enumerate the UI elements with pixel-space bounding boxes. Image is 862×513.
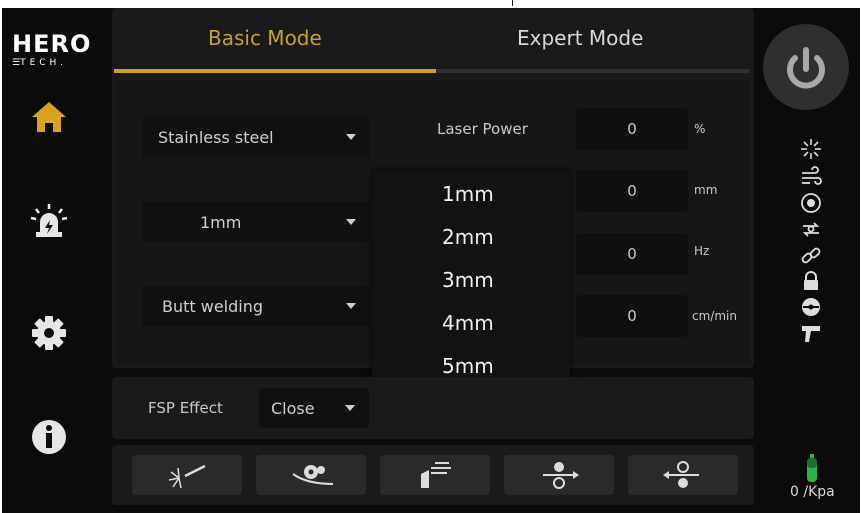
gauge-icon (800, 296, 822, 318)
param-row3-input[interactable]: 0 (576, 233, 688, 275)
laser-power-label: Laser Power (437, 120, 528, 138)
top-border (0, 0, 862, 8)
gas-blow-button[interactable] (380, 455, 490, 495)
gas-bottle-icon (806, 454, 818, 482)
option-item[interactable]: 5mm (372, 354, 570, 378)
option-item[interactable]: 1mm (372, 182, 570, 206)
param-row4-unit: cm/min (692, 309, 737, 323)
laser-spark-icon (800, 138, 822, 160)
link-icon (800, 245, 822, 267)
power-icon (787, 47, 825, 89)
material-dropdown[interactable]: Stainless steel (142, 117, 370, 157)
laser-power-unit: % (694, 122, 706, 136)
gas-pressure-readout: 0 /Kpa (790, 484, 835, 500)
wire-forward-button[interactable] (504, 455, 614, 495)
param-row2-input[interactable]: 0 (576, 170, 688, 212)
param-row2-unit: mm (694, 183, 718, 197)
weld-type-dropdown[interactable]: Butt welding (142, 286, 370, 326)
chevron-down-icon (346, 134, 356, 140)
fan-icon (800, 192, 822, 214)
home-icon[interactable] (28, 96, 70, 138)
laser-power-input[interactable]: 0 (576, 108, 688, 150)
top-marker (512, 0, 513, 6)
wire-feed-button[interactable] (256, 455, 366, 495)
swap-icon (800, 218, 822, 240)
thickness-value: 1mm (200, 213, 242, 232)
hand-air-icon (421, 462, 451, 488)
fsp-dropdown[interactable]: Close (259, 388, 369, 428)
tab-expert-mode[interactable]: Expert Mode (517, 26, 643, 50)
option-item[interactable]: 2mm (372, 225, 570, 249)
option-item[interactable]: 4mm (372, 311, 570, 335)
tab-active-indicator (114, 69, 436, 73)
param-row4-input[interactable]: 0 (576, 295, 688, 337)
chevron-down-icon (345, 405, 355, 411)
welding-gun-icon (800, 322, 822, 344)
weld-type-value: Butt welding (162, 297, 264, 316)
lock-icon (800, 270, 822, 292)
laser-emit-button[interactable] (132, 455, 242, 495)
gear-icon[interactable] (28, 312, 70, 354)
power-button[interactable] (763, 24, 849, 110)
wind-icon (800, 166, 822, 188)
wire-feed-icon (292, 465, 334, 485)
fsp-value: Close (271, 399, 315, 418)
fsp-label: FSP Effect (148, 399, 223, 417)
tab-basic-mode[interactable]: Basic Mode (208, 26, 322, 50)
tools-panel (112, 445, 754, 505)
option-item[interactable]: 3mm (372, 268, 570, 292)
param-row3-unit: Hz (694, 244, 710, 258)
alarm-icon[interactable] (28, 200, 70, 242)
logo-subtext: ☰TECH. (12, 58, 68, 68)
info-icon[interactable] (28, 416, 70, 458)
thickness-dropdown[interactable]: 1mm (142, 202, 370, 242)
wire-forward-icon (543, 462, 579, 489)
chevron-down-icon (346, 303, 356, 309)
laser-icon (168, 464, 206, 489)
wire-back-icon (663, 461, 699, 488)
thickness-options-popup: 1mm 2mm 3mm 4mm 5mm (372, 170, 570, 390)
brand-logo: HERO ☰TECH. (6, 30, 106, 76)
wire-back-button[interactable] (628, 455, 738, 495)
material-value: Stainless steel (158, 128, 274, 147)
logo-text: HERO (12, 30, 92, 58)
chevron-down-icon (346, 219, 356, 225)
